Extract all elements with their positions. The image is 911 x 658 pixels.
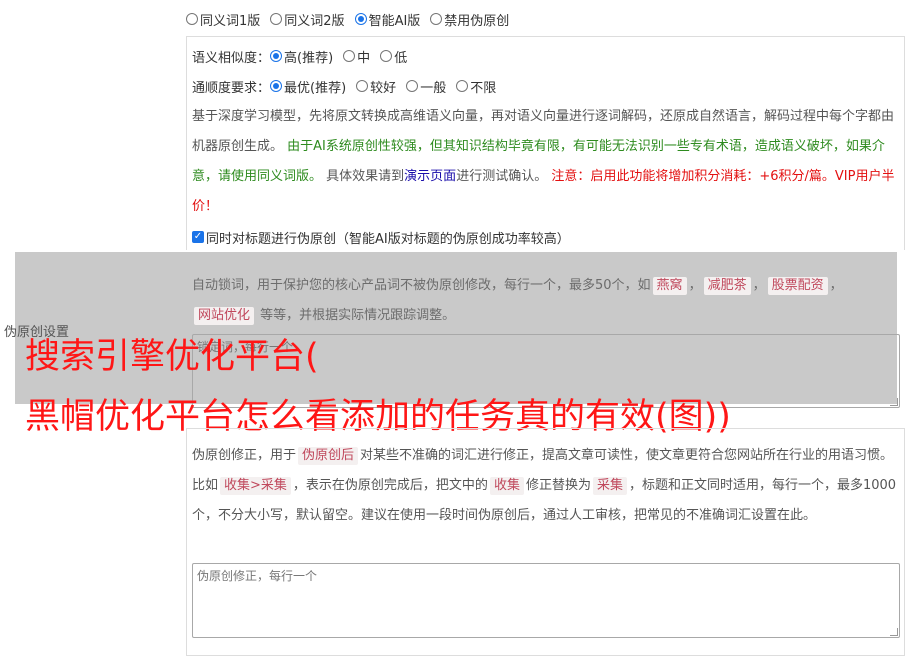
- fluency-option-best[interactable]: 最优(推荐): [270, 77, 346, 96]
- lock-example-tag: 网站优化: [194, 307, 255, 325]
- radio-icon[interactable]: [186, 13, 198, 25]
- lock-example-tag: 减肥茶: [703, 277, 751, 295]
- demo-page-link[interactable]: 演示页面: [404, 169, 456, 184]
- radio-icon[interactable]: [430, 13, 443, 25]
- fluency-option-good[interactable]: 较好: [356, 77, 396, 96]
- correction-tag: 采集: [592, 477, 627, 495]
- correction-description: 伪原创修正，用于 伪原创后 对某些不准确的词汇进行修正，提高文章可读性，使文章更符合…: [192, 447, 897, 523]
- fluency-option-normal[interactable]: 一般: [406, 77, 446, 96]
- fluency-row: 通顺度要求： 最优(推荐) 较好 一般 不限: [192, 76, 506, 96]
- radio-icon[interactable]: [456, 80, 469, 92]
- checkbox-checked-icon[interactable]: ✓: [192, 231, 204, 243]
- correction-tag: 收集: [489, 477, 524, 495]
- similarity-option-medium[interactable]: 中: [343, 47, 370, 66]
- radio-icon[interactable]: [270, 13, 283, 25]
- radio-icon[interactable]: [406, 80, 419, 92]
- similarity-label: 语义相似度：: [192, 50, 271, 66]
- similarity-option-low[interactable]: 低: [380, 47, 407, 66]
- correction-tag: 伪原创后: [298, 447, 359, 465]
- resize-grip-icon[interactable]: [890, 628, 898, 636]
- mode-option-ai[interactable]: 智能AI版: [354, 10, 420, 29]
- mode-radio-group: 同义词1版 同义词2版 智能AI版 禁用伪原创: [186, 9, 519, 29]
- ai-description: 基于深度学习模型，先将原文转换成高维语义向量，再对语义向量进行逐词解码，还原成自…: [192, 109, 895, 214]
- title-rewrite-checkbox[interactable]: ✓ 同时对标题进行伪原创（智能AI版对标题的伪原创成功率较高）: [192, 227, 570, 247]
- mode-option-synonym-2[interactable]: 同义词2版: [270, 10, 345, 29]
- similarity-option-high[interactable]: 高(推荐): [270, 47, 333, 66]
- correction-textarea[interactable]: 伪原创修正，每行一个: [192, 563, 900, 638]
- fluency-label: 通顺度要求：: [192, 80, 271, 96]
- mode-option-disable[interactable]: 禁用伪原创: [430, 10, 509, 29]
- radio-selected-icon[interactable]: [354, 13, 367, 25]
- similarity-row: 语义相似度： 高(推荐) 中 低: [192, 46, 417, 66]
- headline-line-1: 搜索引擎优化平台(: [25, 337, 319, 377]
- lock-example-tag: 股票配资: [767, 277, 828, 295]
- radio-icon[interactable]: [356, 80, 369, 92]
- radio-selected-icon[interactable]: [270, 80, 283, 92]
- radio-icon[interactable]: [343, 50, 356, 62]
- radio-icon[interactable]: [380, 50, 393, 62]
- correction-tag: 收集>采集: [220, 477, 291, 495]
- fluency-option-unlimited[interactable]: 不限: [456, 77, 496, 96]
- radio-selected-icon[interactable]: [270, 50, 283, 62]
- lock-words-description: 自动锁词，用于保护您的核心产品词不被伪原创修改，每行一个，最多50个，如 燕窝，减…: [192, 277, 843, 325]
- mode-option-synonym-1[interactable]: 同义词1版: [186, 10, 260, 29]
- lock-example-tag: 燕窝: [652, 277, 687, 295]
